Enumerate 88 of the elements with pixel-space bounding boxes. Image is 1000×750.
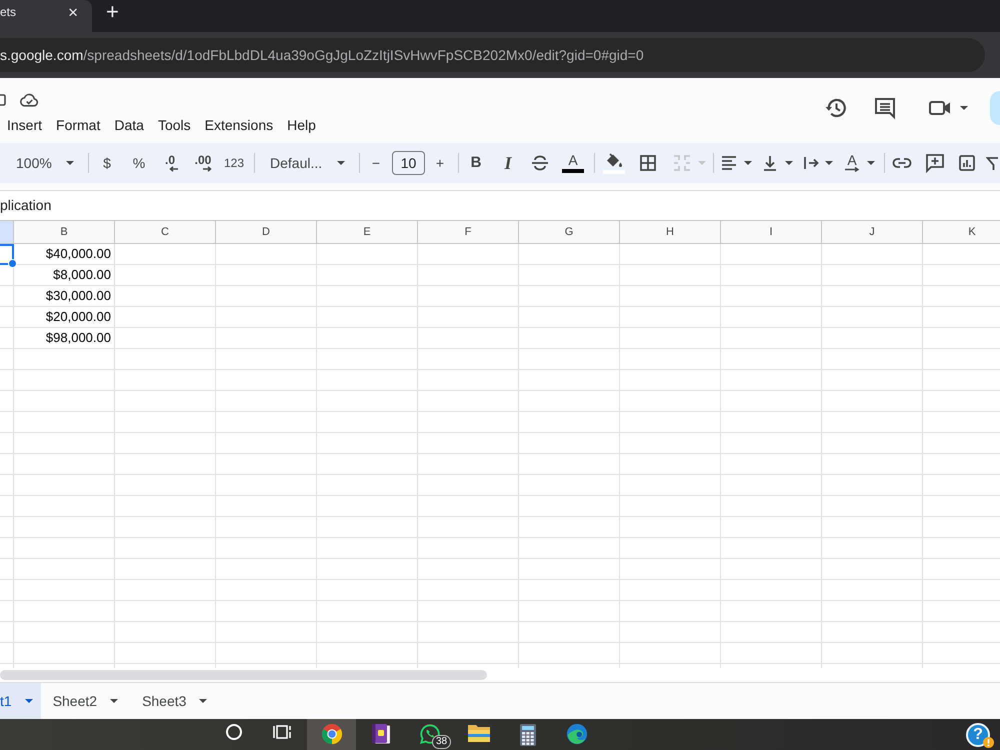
new-tab-button[interactable]: + <box>103 1 122 23</box>
column-header[interactable]: K <box>923 221 1000 243</box>
table-cell-text: $98,000.00 <box>44 329 112 347</box>
link-icon <box>892 157 912 169</box>
decrease-decimal-button[interactable]: .0 <box>156 149 184 177</box>
calculator-icon <box>518 723 536 747</box>
align-left-icon <box>721 156 737 170</box>
column-header[interactable]: H <box>620 221 721 243</box>
font-size-field[interactable]: 10 <box>392 151 425 175</box>
arrow-icon <box>202 166 212 172</box>
number-format-button[interactable]: 123 <box>220 149 248 177</box>
decrease-font-size-button[interactable]: − <box>364 149 388 177</box>
video-camera-icon[interactable] <box>928 99 952 117</box>
text-rotation-dropdown[interactable]: A <box>842 149 878 177</box>
column-header[interactable]: C <box>115 221 216 243</box>
comment-icon[interactable] <box>873 96 897 120</box>
column-header[interactable]: I <box>721 221 822 243</box>
fill-handle[interactable] <box>8 259 17 268</box>
menu-item[interactable]: Insert <box>0 114 50 136</box>
caret-icon <box>66 161 74 165</box>
strikethrough-icon <box>531 155 549 171</box>
filter-icon[interactable] <box>986 156 998 170</box>
caret-icon <box>199 699 208 703</box>
column-header[interactable]: D <box>216 221 317 243</box>
horizontal-scrollbar[interactable] <box>0 670 487 680</box>
caret-icon <box>825 161 833 165</box>
increase-decimal-button[interactable]: .00 <box>189 149 217 177</box>
column-header[interactable]: E <box>317 221 418 243</box>
tab-title: ets <box>0 4 16 21</box>
merge-cells-icon <box>672 154 692 172</box>
folder-icon <box>466 723 490 743</box>
borders-icon <box>639 154 657 172</box>
caret-icon <box>24 699 33 703</box>
italic-button[interactable]: I <box>495 149 521 177</box>
sheet-tab[interactable]: Sheet2 <box>40 683 130 719</box>
increase-font-size-button[interactable]: + <box>428 149 452 177</box>
address-bar[interactable]: s.google.com/spreadsheets/d/1odFbLbdDL4ua39oGgJgLoZzItjISvHwvFpSCB202Mx0/edit?gid=0#gid=0 <box>0 38 985 72</box>
align-bottom-icon <box>762 154 778 172</box>
table-cell-text: $30,000.00 <box>44 287 112 305</box>
wrap-arrow-icon <box>802 155 820 171</box>
close-tab-button[interactable]: × <box>66 4 80 20</box>
ring-icon <box>224 723 242 741</box>
browser-tab[interactable]: ets × <box>0 0 92 32</box>
column-header[interactable]: B <box>14 221 115 243</box>
sheet-tab[interactable]: Sheet3 <box>130 683 220 719</box>
column-header[interactable]: J <box>822 221 923 243</box>
selected-cell[interactable] <box>0 244 14 265</box>
notification-badge: 38 <box>432 735 452 749</box>
cloud-check-icon[interactable] <box>20 93 39 107</box>
menu-item[interactable]: Extensions <box>198 114 280 136</box>
caret-icon <box>867 161 875 165</box>
caret-icon[interactable] <box>960 106 968 110</box>
sheet-tab[interactable]: t1 <box>0 683 41 719</box>
arrow-icon <box>844 167 860 172</box>
caret-icon <box>785 161 793 165</box>
url-path-text: /spreadsheets/d/1odFbLbdDL4ua39oGgJgLoZzItjISvHwvFpSCB202Mx0/edit?gid=0#gid=0 <box>83 46 644 65</box>
percent-button[interactable]: % <box>125 149 153 177</box>
text-color-button[interactable]: A <box>560 149 586 177</box>
menu-item[interactable]: Data <box>107 114 151 136</box>
book-icon <box>370 723 390 745</box>
menu-item[interactable]: Help <box>280 114 323 136</box>
caret-icon <box>110 699 118 703</box>
formula-text: plication <box>0 196 52 215</box>
table-cell-text: $20,000.00 <box>44 308 112 326</box>
menu-item[interactable]: Tools <box>150 114 198 136</box>
alert-dot-icon <box>983 737 994 748</box>
table-cell-text: $8,000.00 <box>52 266 112 284</box>
chart-icon <box>958 154 976 172</box>
bold-button[interactable]: B <box>463 149 489 177</box>
history-icon[interactable] <box>824 96 848 120</box>
currency-button[interactable]: $ <box>93 149 121 177</box>
column-header[interactable]: G <box>519 221 620 243</box>
swirl-icon <box>566 723 588 745</box>
table-cell-text: $40,000.00 <box>44 245 112 263</box>
caret-icon <box>698 161 706 165</box>
url-host-text: s.google.com <box>0 46 84 65</box>
menu-item[interactable]: Format <box>49 114 108 136</box>
arrow-icon <box>169 166 179 172</box>
caret-icon <box>337 161 345 165</box>
paint-bucket-icon <box>605 152 623 168</box>
panes-icon <box>272 723 292 741</box>
segmented-circle-icon <box>320 723 342 745</box>
comment-plus-icon <box>925 153 945 173</box>
taskbar-button[interactable]: 38 <box>405 719 454 750</box>
caret-icon <box>744 161 752 165</box>
zoom-dropdown[interactable]: 100% <box>8 149 80 177</box>
font-dropdown[interactable]: Defaul... <box>262 149 352 177</box>
column-header[interactable]: F <box>418 221 519 243</box>
